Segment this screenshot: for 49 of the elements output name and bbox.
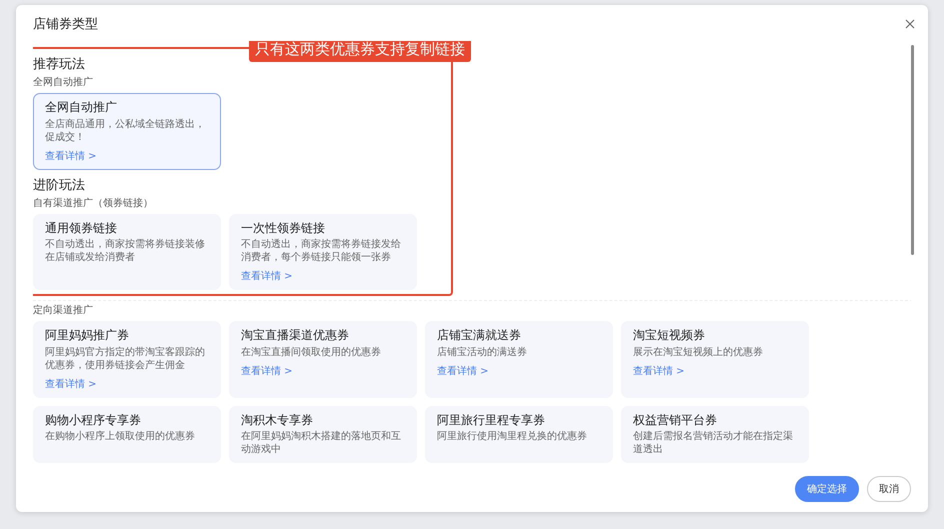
card-title: 一次性领券链接: [241, 220, 326, 236]
card-description: 展示在淘宝短视频上的优惠券: [633, 346, 764, 359]
group-label: 自有渠道推广（领券链接）: [33, 196, 154, 210]
section-heading: 进阶玩法: [33, 176, 86, 194]
details-link[interactable]: 查看详情 >: [241, 364, 293, 378]
card-title: 淘宝短视频券: [633, 328, 706, 344]
card-description: 在购物小程序上领取使用的优惠券: [45, 430, 196, 444]
card-description: 不自动透出，商家按需将券链接装修在店铺或发给消费者: [45, 238, 206, 264]
card-title: 通用领券链接: [45, 220, 118, 236]
annotation-label: 只有这两类优惠券支持复制链接: [249, 41, 471, 62]
card-description: 全店商品通用，公私域全链路透出，促成交！: [45, 118, 206, 144]
card-description: 店铺宝活动的满送券: [437, 346, 528, 359]
coupon-type-card[interactable]: 淘宝直播渠道优惠券 在淘宝直播间领取使用的优惠券 查看详情 >: [229, 321, 417, 398]
details-link[interactable]: 查看详情 >: [437, 364, 489, 378]
coupon-type-card[interactable]: 通用领券链接 不自动透出，商家按需将券链接装修在店铺或发给消费者: [33, 214, 221, 290]
card-description: 阿里旅行使用淘里程兑换的优惠券: [437, 430, 588, 444]
details-link[interactable]: 查看详情 >: [241, 269, 293, 284]
coupon-type-card[interactable]: 淘积木专享券 在阿里妈妈淘积木搭建的落地页和互动游戏中: [229, 406, 417, 464]
card-title: 阿里旅行里程专享券: [437, 412, 546, 428]
details-link[interactable]: 查看详情 >: [633, 364, 685, 378]
card-title: 店铺宝满就送券: [437, 328, 522, 344]
coupon-type-card[interactable]: 阿里旅行里程专享券 阿里旅行使用淘里程兑换的优惠券: [425, 406, 613, 464]
dialog-title: 店铺券类型: [33, 16, 98, 33]
card-title: 淘宝直播渠道优惠券: [241, 328, 350, 344]
card-description: 在阿里妈妈淘积木搭建的落地页和互动游戏中: [241, 430, 402, 456]
close-icon[interactable]: [905, 19, 915, 29]
coupon-type-card[interactable]: 淘宝短视频券 展示在淘宝短视频上的优惠券 查看详情 >: [621, 321, 809, 398]
card-title: 购物小程序专享券: [45, 412, 142, 428]
card-description: 阿里妈妈官方指定的带淘宝客跟踪的优惠券，使用券链接会产生佣金: [45, 346, 206, 372]
card-title: 淘积木专享券: [241, 412, 314, 428]
section-heading: 推荐玩法: [33, 56, 86, 73]
card-description: 在淘宝直播间领取使用的优惠券: [241, 346, 382, 359]
coupon-type-card[interactable]: 权益营销平台券 创建后需报名营销活动才能在指定渠道透出: [621, 406, 809, 464]
card-description: 创建后需报名营销活动才能在指定渠道透出: [633, 430, 794, 456]
details-link[interactable]: 查看详情 >: [45, 148, 97, 163]
card-title: 权益营销平台券: [633, 412, 718, 428]
coupon-type-card[interactable]: 购物小程序专享券 在购物小程序上领取使用的优惠券: [33, 406, 221, 464]
group-label: 定向渠道推广: [33, 304, 94, 318]
coupon-type-card[interactable]: 全网自动推广 全店商品通用，公私域全链路透出，促成交！ 查看详情 >: [33, 93, 221, 170]
card-title: 阿里妈妈推广券: [45, 328, 130, 344]
card-title: 全网自动推广: [45, 100, 118, 116]
scrollbar-thumb[interactable]: [911, 45, 914, 255]
coupon-type-card[interactable]: 店铺宝满就送券 店铺宝活动的满送券 查看详情 >: [425, 321, 613, 398]
card-description: 不自动透出，商家按需将券链接发给消费者，每个券链接只能领一张券: [241, 238, 402, 264]
coupon-type-card[interactable]: 一次性领券链接 不自动透出，商家按需将券链接发给消费者，每个券链接只能领一张券 查看详情 >: [229, 214, 417, 290]
group-label: 全网自动推广: [33, 76, 94, 89]
coupon-type-card[interactable]: 阿里妈妈推广券 阿里妈妈官方指定的带淘宝客跟踪的优惠券，使用券链接会产生佣金 查看详情 >: [33, 321, 221, 398]
cancel-button[interactable]: 取消: [867, 476, 911, 502]
details-link[interactable]: 查看详情 >: [45, 376, 97, 391]
